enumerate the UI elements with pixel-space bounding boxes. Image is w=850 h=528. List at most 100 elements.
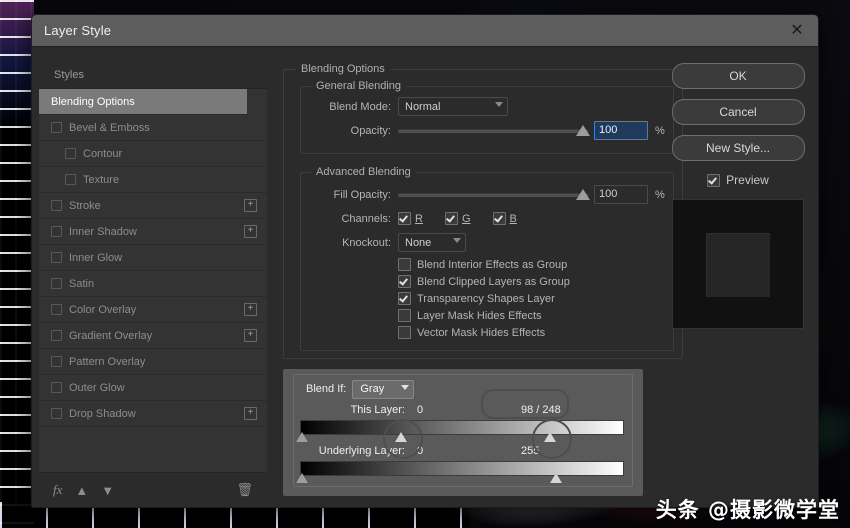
advanced-option-2[interactable]: Transparency Shapes Layer [398,290,665,307]
opacity-slider[interactable] [398,124,590,137]
this-layer-white-handle-low[interactable] [395,432,407,442]
channel-b[interactable]: B [492,212,517,225]
preview-label: Preview [726,173,769,187]
this-layer-ramp[interactable] [300,420,624,435]
style-row-label: Blending Options [51,95,135,108]
preview-checkbox[interactable] [707,173,721,187]
move-up-icon[interactable]: ▲ [75,483,88,498]
advanced-option-4[interactable]: Vector Mask Hides Effects [398,324,665,341]
add-effect-icon[interactable]: + [244,303,257,316]
knockout-row: Knockout: None [307,232,665,253]
blend-mode-select-wrap[interactable]: Normal [398,97,508,116]
style-enable-checkbox[interactable] [51,408,62,419]
style-enable-checkbox[interactable] [51,330,62,341]
fill-opacity-slider-thumb[interactable] [576,189,590,200]
add-effect-icon[interactable]: + [244,329,257,342]
advanced-option-checkbox[interactable] [398,292,411,305]
fill-opacity-slider[interactable] [398,188,590,201]
underlying-black-handle[interactable] [296,473,308,483]
dialog-actions-panel: OK Cancel New Style... Preview [663,63,813,507]
style-row-inner-glow[interactable]: Inner Glow [39,245,267,271]
underlying-ramp-wrap [296,461,624,483]
opacity-input[interactable]: 100 [594,121,648,140]
this-layer-black-handle[interactable] [296,432,308,442]
underlying-layer-row: Underlying Layer: 0 255 [300,442,624,459]
advanced-option-checkbox[interactable] [398,258,411,271]
advanced-option-label: Vector Mask Hides Effects [417,326,546,339]
style-enable-checkbox[interactable] [51,252,62,263]
preview-thumbnail [672,199,804,329]
style-row-label: Stroke [69,199,101,212]
style-row-inner-shadow[interactable]: Inner Shadow + [39,219,267,245]
style-enable-checkbox[interactable] [51,278,62,289]
add-effect-icon[interactable]: + [244,407,257,420]
blend-if-channel-wrap[interactable]: Gray [352,379,415,399]
style-row-stroke[interactable]: Stroke + [39,193,267,219]
add-effect-icon[interactable]: + [244,199,257,212]
opacity-slider-thumb[interactable] [576,125,590,136]
knockout-select-wrap[interactable]: None [398,233,466,252]
style-row-drop-shadow[interactable]: Drop Shadow + [39,401,267,427]
channel-checkbox[interactable] [492,212,506,225]
style-row-color-overlay[interactable]: Color Overlay + [39,297,267,323]
fill-opacity-row: Fill Opacity: 100 % [307,184,665,205]
add-effect-icon[interactable]: + [244,225,257,238]
advanced-option-3[interactable]: Layer Mask Hides Effects [398,307,665,324]
move-down-icon[interactable]: ▼ [101,483,114,498]
advanced-option-checkbox[interactable] [398,275,411,288]
underlying-white-handle[interactable] [550,473,562,483]
advanced-option-1[interactable]: Blend Clipped Layers as Group [398,273,665,290]
style-enable-checkbox[interactable] [65,174,76,185]
blend-if-header: Blend If: Gray [300,379,624,399]
style-row-bevel-emboss[interactable]: Bevel & Emboss [39,115,267,141]
this-layer-label: This Layer: [350,403,405,416]
style-row-contour[interactable]: Contour [39,141,267,167]
close-icon[interactable]: ✕ [776,15,818,46]
advanced-option-checkbox[interactable] [398,326,411,339]
channel-r[interactable]: R [398,212,423,225]
this-layer-white-handle-high[interactable] [544,432,556,442]
channel-checkbox[interactable] [444,212,458,225]
style-enable-checkbox[interactable] [51,200,62,211]
style-enable-checkbox[interactable] [51,304,62,315]
this-layer-ramp-wrap [296,420,624,442]
style-enable-checkbox[interactable] [51,226,62,237]
style-row-texture[interactable]: Texture [39,167,267,193]
style-row-satin[interactable]: Satin [39,271,267,297]
advanced-option-label: Layer Mask Hides Effects [417,309,542,322]
channel-checkbox[interactable] [398,212,411,225]
knockout-select[interactable]: None [398,233,466,252]
this-layer-high-values: 98 / 248 [521,403,561,416]
preview-row[interactable]: Preview [707,173,769,187]
style-row-pattern-overlay[interactable]: Pattern Overlay [39,349,267,375]
channel-g[interactable]: G [444,212,471,225]
knockout-label: Knockout: [342,236,391,249]
advanced-option-label: Blend Interior Effects as Group [417,258,568,271]
blend-if-channel-select[interactable]: Gray [352,379,415,399]
style-row-gradient-overlay[interactable]: Gradient Overlay + [39,323,267,349]
underlying-high-value: 255 [521,444,540,457]
style-row-outer-glow[interactable]: Outer Glow [39,375,267,401]
trash-icon[interactable]: 🗑 [236,482,253,498]
blend-mode-select[interactable]: Normal [398,97,508,116]
opacity-label: Opacity: [350,124,391,137]
cancel-button[interactable]: Cancel [671,99,805,125]
channel-label: R [415,212,423,225]
style-row-blending-options[interactable]: Blending Options [39,89,247,115]
advanced-blending-group: Advanced Blending Fill Opacity: 100 % Ch… [300,166,674,351]
advanced-option-0[interactable]: Blend Interior Effects as Group [398,256,665,273]
style-enable-checkbox[interactable] [65,148,76,159]
advanced-option-label: Transparency Shapes Layer [417,292,555,305]
general-blending-group: General Blending Blend Mode: Normal Opac… [300,80,674,154]
ok-button[interactable]: OK [671,63,805,89]
styles-list: Blending Options Bevel & Emboss Contour Tex… [39,88,267,473]
underlying-layer-ramp[interactable] [300,461,624,476]
style-enable-checkbox[interactable] [51,356,62,367]
dialog-titlebar: Layer Style ✕ [32,15,818,47]
style-enable-checkbox[interactable] [51,382,62,393]
fx-icon[interactable]: fx [53,482,62,498]
fill-opacity-input[interactable]: 100 [594,185,648,204]
advanced-option-checkbox[interactable] [398,309,411,322]
style-enable-checkbox[interactable] [51,122,62,133]
new-style-button[interactable]: New Style... [671,135,805,161]
